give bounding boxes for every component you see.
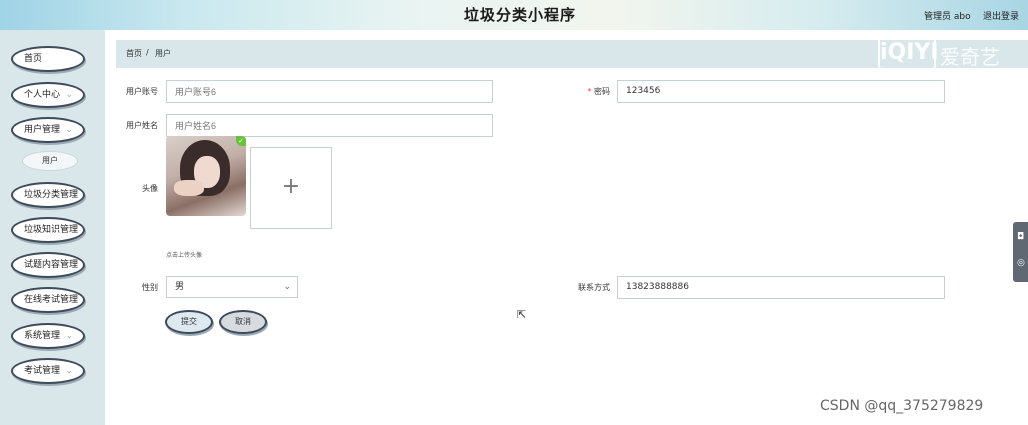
location-icon[interactable]: ◎ — [1017, 258, 1025, 268]
name-input[interactable] — [166, 114, 493, 137]
sidebar-item-garbage-category[interactable]: 垃圾分类管理 — [11, 182, 85, 208]
phone-input[interactable]: 13823888886 — [617, 276, 945, 299]
chevron-down-icon: ⌄ — [65, 125, 73, 135]
sidebar-item-label: 垃圾知识管理 — [24, 225, 79, 235]
name-label: 用户姓名 — [126, 121, 158, 130]
breadcrumb-separator: / — [146, 48, 149, 57]
plus-icon: + — [281, 174, 301, 199]
sidebar-item-personal-center[interactable]: 个人中心 ⌄ — [11, 82, 85, 108]
upload-avatar-button[interactable]: + — [250, 147, 332, 229]
cancel-button[interactable]: 取消 — [219, 310, 267, 334]
required-mark: * — [587, 87, 592, 96]
side-toolbar: ◘ ◎ — [1013, 222, 1028, 282]
chevron-down-icon: ⌄ — [283, 282, 291, 292]
password-input[interactable]: 123456 — [617, 80, 945, 103]
avatar-image[interactable]: ✓ — [166, 136, 246, 216]
sidebar-item-label: 试题内容管理 — [24, 260, 79, 270]
iqiyi-watermark: iQIYI 爱奇艺 — [878, 36, 1018, 72]
check-icon: ✓ — [236, 136, 246, 146]
gender-select-value: 男 — [175, 282, 185, 292]
sidebar-item-label: 首页 — [24, 54, 43, 64]
iqiyi-logo: iQIYI — [878, 36, 939, 70]
sidebar-item-label: 系统管理 — [24, 331, 61, 341]
sidebar-item-garbage-knowledge[interactable]: 垃圾知识管理 — [11, 217, 85, 243]
camera-icon[interactable]: ◘ — [1017, 232, 1024, 242]
sidebar-item-label: 个人中心 — [24, 90, 61, 100]
upload-tip: 点击上传头像 — [166, 252, 203, 259]
submit-button[interactable]: 提交 — [165, 310, 213, 334]
sidebar-item-user-management[interactable]: 用户管理 ⌄ — [11, 117, 85, 143]
chevron-down-icon: ⌄ — [65, 331, 73, 341]
avatar-hand — [174, 180, 204, 196]
chevron-down-icon: ⌄ — [65, 366, 73, 376]
sidebar-item-system-management[interactable]: 系统管理 ⌄ — [11, 323, 85, 349]
phone-label: 联系方式 — [578, 283, 610, 292]
gender-select[interactable]: 男 ⌄ — [166, 276, 298, 298]
account-input[interactable] — [166, 80, 493, 103]
breadcrumb-current: 用户 — [155, 49, 171, 58]
password-label: * 密码 — [550, 86, 610, 97]
sidebar-item-home[interactable]: 首页 — [11, 46, 85, 72]
mouse-cursor-icon: ⇱ — [517, 308, 527, 321]
app-title: 垃圾分类小程序 — [463, 6, 576, 24]
csdn-watermark: CSDN @qq_375279829 — [820, 398, 984, 414]
sidebar-item-label: 在线考试管理 — [24, 295, 79, 305]
chevron-down-icon: ⌄ — [65, 90, 73, 100]
sidebar-item-exam-management[interactable]: 考试管理 ⌄ — [11, 358, 85, 384]
sidebar-subitem-user[interactable]: 用户 — [22, 151, 78, 171]
sidebar-item-online-exam[interactable]: 在线考试管理 — [11, 287, 85, 313]
account-label: 用户账号 — [126, 87, 158, 96]
logout-link[interactable]: 退出登录 — [983, 9, 1019, 22]
breadcrumb-home[interactable]: 首页 — [126, 48, 142, 59]
iqiyi-cn-text: 爱奇艺 — [940, 45, 1000, 69]
sidebar-item-question-content[interactable]: 试题内容管理 — [11, 252, 85, 278]
top-header: 垃圾分类小程序 管理员 abo 退出登录 — [0, 0, 1028, 30]
current-user-label: 管理员 abo — [924, 12, 971, 22]
avatar-label: 头像 — [142, 184, 158, 193]
gender-label: 性别 — [142, 283, 158, 292]
sidebar-item-label: 垃圾分类管理 — [24, 190, 79, 200]
sidebar-item-label: 考试管理 — [24, 366, 61, 376]
sidebar-item-label: 用户管理 — [24, 125, 61, 135]
password-label-text: 密码 — [594, 87, 610, 96]
